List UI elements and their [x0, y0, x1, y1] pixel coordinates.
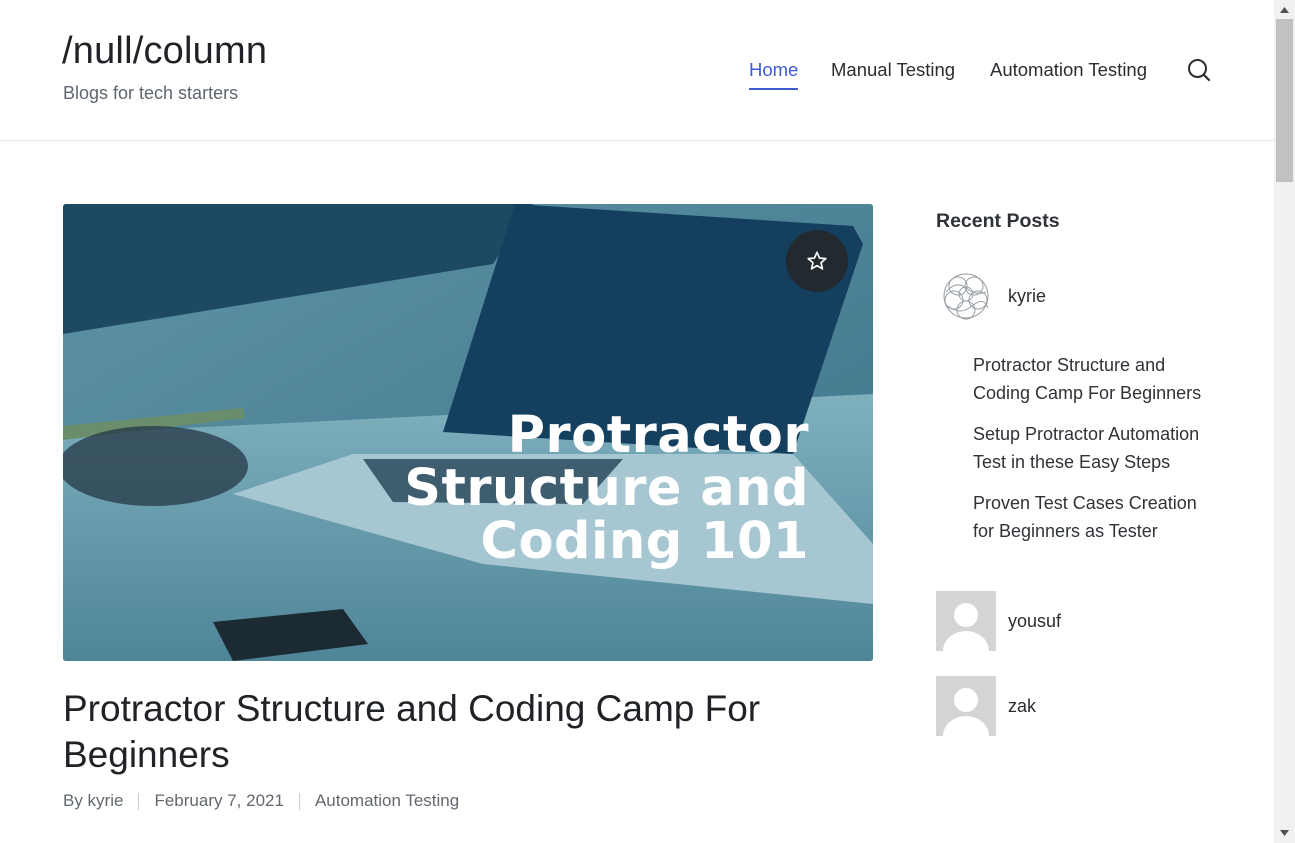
- nav-item-home[interactable]: Home: [749, 58, 799, 90]
- post-date[interactable]: February 7, 2021: [154, 791, 283, 811]
- meta-divider: [298, 792, 300, 810]
- list-item[interactable]: Proven Test Cases Creation for Beginners…: [973, 489, 1218, 545]
- site-tagline: Blogs for tech starters: [63, 83, 239, 103]
- post-category[interactable]: Automation Testing: [315, 791, 459, 811]
- avatar[interactable]: [936, 676, 996, 736]
- headline-line: Structure and: [404, 459, 809, 518]
- author-name[interactable]: kyrie: [1008, 286, 1046, 307]
- recent-posts-title: Recent Posts: [936, 210, 1060, 232]
- vertical-scrollbar[interactable]: [1274, 0, 1295, 843]
- author-zak[interactable]: zak: [936, 676, 1036, 736]
- page: /null/column Blogs for tech starters Hom…: [0, 0, 1295, 843]
- star-icon[interactable]: [786, 230, 848, 292]
- scrollbar-thumb[interactable]: [1276, 19, 1293, 182]
- author-yousuf[interactable]: yousuf: [936, 591, 1061, 651]
- featured-image-headline: Protractor Structure and Coding 101: [404, 409, 809, 568]
- scroll-up-icon[interactable]: [1274, 1, 1295, 18]
- site-title[interactable]: /null/column: [62, 30, 267, 73]
- author-name[interactable]: yousuf: [1008, 611, 1061, 632]
- author-name[interactable]: zak: [1008, 696, 1036, 717]
- site-header: /null/column Blogs for tech starters Hom…: [0, 0, 1274, 141]
- search-icon[interactable]: [1186, 57, 1212, 83]
- scroll-down-icon[interactable]: [1274, 824, 1295, 841]
- post-author[interactable]: By kyrie: [63, 791, 123, 811]
- nav-item-manual-testing[interactable]: Manual Testing: [831, 58, 955, 88]
- list-item[interactable]: Protractor Structure and Coding Camp For…: [973, 351, 1218, 407]
- headline-line: Coding 101: [480, 512, 809, 571]
- meta-divider: [138, 792, 140, 810]
- avatar[interactable]: [936, 591, 996, 651]
- featured-image[interactable]: Protractor Structure and Coding 101: [63, 204, 873, 661]
- avatar[interactable]: [936, 266, 996, 326]
- author-kyrie[interactable]: kyrie: [936, 266, 1046, 326]
- list-item[interactable]: Setup Protractor Automation Test in thes…: [973, 420, 1218, 476]
- recent-posts-list: Protractor Structure and Coding Camp For…: [973, 351, 1218, 558]
- nav-item-automation-testing[interactable]: Automation Testing: [990, 58, 1147, 88]
- headline-line: Protractor: [507, 406, 809, 465]
- post-meta: By kyrie February 7, 2021 Automation Tes…: [63, 791, 459, 811]
- post-title[interactable]: Protractor Structure and Coding Camp For…: [63, 686, 863, 778]
